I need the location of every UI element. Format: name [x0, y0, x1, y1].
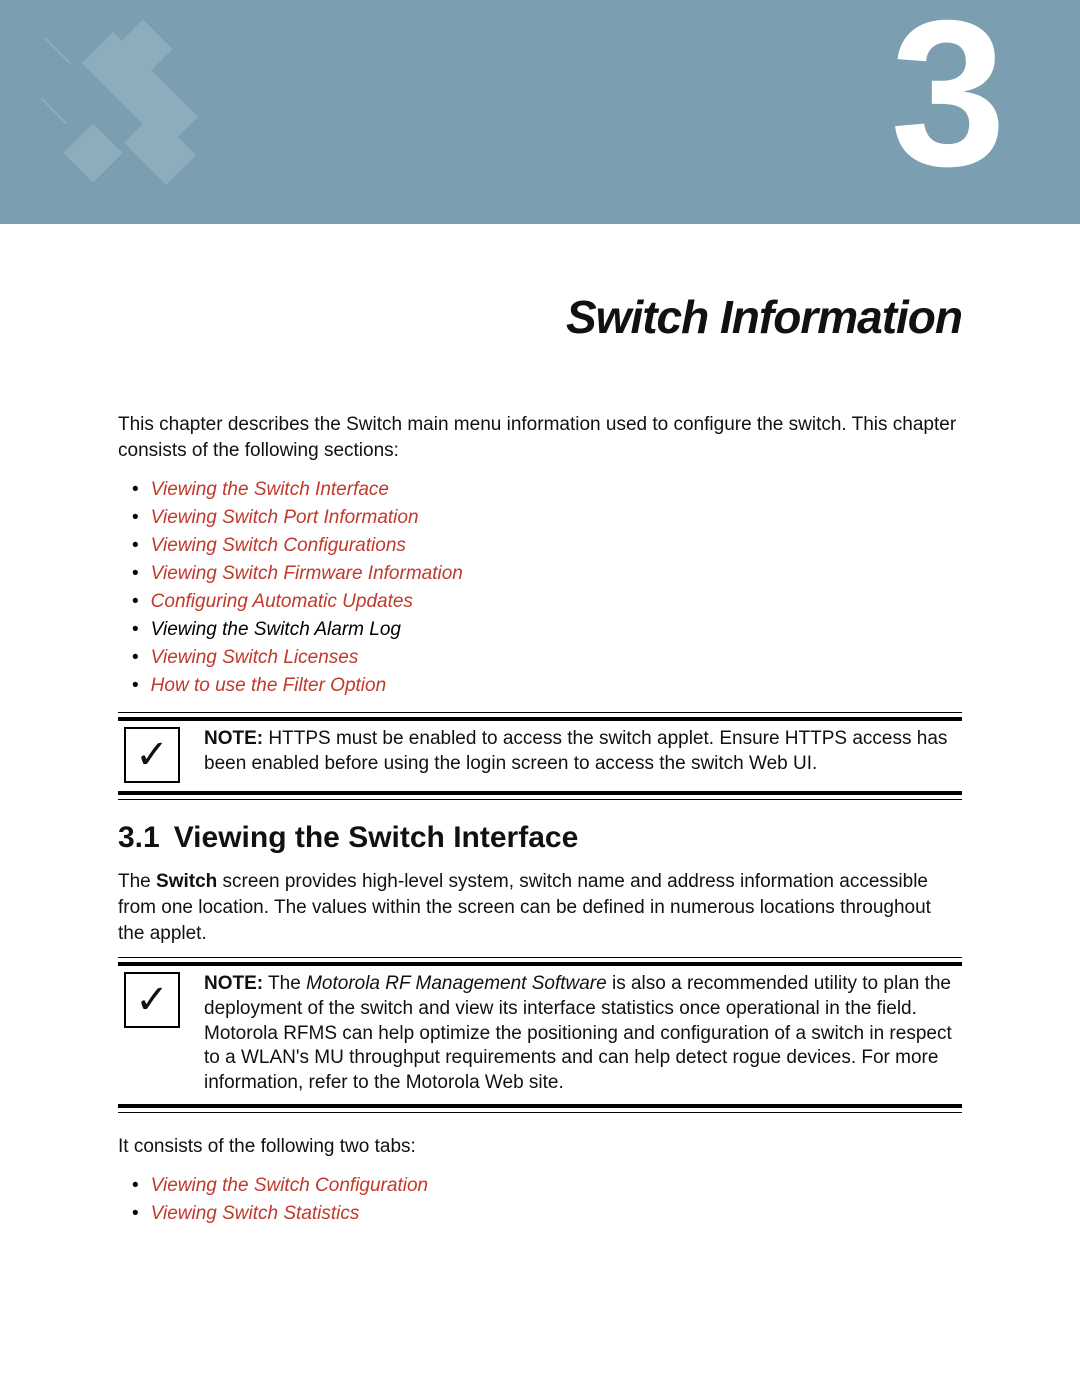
bold-term: Switch [156, 871, 217, 892]
toc-item[interactable]: Viewing the Switch Configuration [132, 1175, 962, 1197]
toc-link[interactable]: Viewing Switch Port Information [151, 507, 419, 529]
toc-link[interactable]: Viewing Switch Statistics [151, 1203, 360, 1225]
check-icon: ✓ [124, 972, 180, 1028]
section-title-text: Viewing the Switch Interface [174, 821, 579, 855]
toc-item[interactable]: Viewing Switch Port Information [132, 507, 962, 529]
chapter-intro: This chapter describes the Switch main m… [118, 412, 962, 463]
chapter-banner: 3 [0, 0, 1080, 224]
section-number: 3.1 [118, 821, 160, 855]
toc-link[interactable]: Viewing Switch Firmware Information [151, 563, 463, 585]
toc-link[interactable]: Viewing Switch Licenses [151, 647, 359, 669]
toc-item[interactable]: Viewing Switch Licenses [132, 647, 962, 669]
toc-item[interactable]: Configuring Automatic Updates [132, 591, 962, 613]
toc-link[interactable]: Viewing the Switch Configuration [151, 1175, 428, 1197]
toc-item: Viewing the Switch Alarm Log [132, 619, 962, 641]
toc-link[interactable]: How to use the Filter Option [151, 675, 387, 697]
note-block: ✓ NOTE: HTTPS must be enabled to access … [118, 717, 962, 795]
toc-item[interactable]: Viewing Switch Statistics [132, 1203, 962, 1225]
toc-link[interactable]: Viewing Switch Configurations [151, 535, 406, 557]
page-body: Switch Information This chapter describe… [0, 290, 1080, 1225]
toc-item[interactable]: How to use the Filter Option [132, 675, 962, 697]
check-icon: ✓ [124, 727, 180, 783]
chapter-number: 3 [890, 0, 1000, 198]
section-heading: 3.1 Viewing the Switch Interface [118, 821, 962, 855]
italic-term: Motorola RF Management Software [306, 973, 607, 994]
toc-text: Viewing the Switch Alarm Log [151, 619, 401, 641]
banner-graphic [30, 10, 250, 224]
note-label: NOTE: [204, 973, 263, 994]
tabs-intro: It consists of the following two tabs: [118, 1134, 962, 1160]
note-text: NOTE: The Motorola RF Management Softwar… [204, 972, 962, 1095]
toc-link[interactable]: Configuring Automatic Updates [151, 591, 413, 613]
toc-item[interactable]: Viewing Switch Configurations [132, 535, 962, 557]
toc-item[interactable]: Viewing the Switch Interface [132, 479, 962, 501]
toc-item[interactable]: Viewing Switch Firmware Information [132, 563, 962, 585]
tabs-list: Viewing the Switch Configuration Viewing… [132, 1175, 962, 1225]
page: 3 Switch Information This chapter descri… [0, 0, 1080, 1225]
note-text: NOTE: HTTPS must be enabled to access th… [204, 727, 962, 776]
chapter-title: Switch Information [118, 290, 962, 344]
toc-link[interactable]: Viewing the Switch Interface [151, 479, 389, 501]
note-label: NOTE: [204, 728, 263, 749]
section-body: The Switch screen provides high-level sy… [118, 869, 962, 946]
toc-list: Viewing the Switch Interface Viewing Swi… [132, 479, 962, 697]
note-block: ✓ NOTE: The Motorola RF Management Softw… [118, 962, 962, 1107]
note-body: HTTPS must be enabled to access the swit… [204, 728, 947, 774]
